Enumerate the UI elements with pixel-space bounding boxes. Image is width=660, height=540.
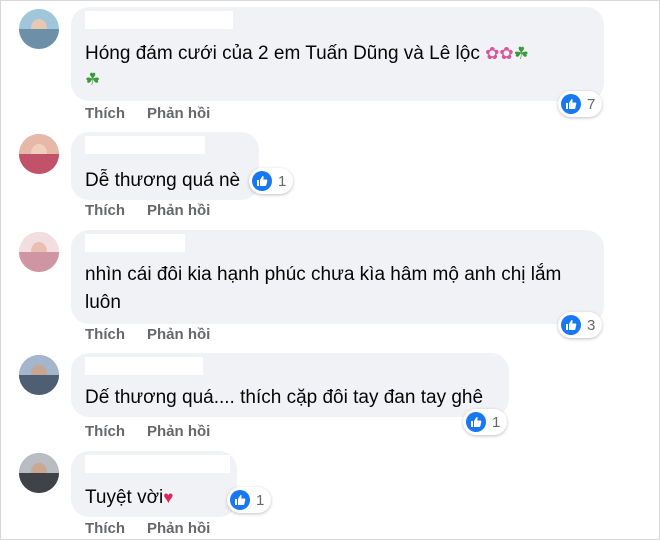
avatar[interactable]	[19, 9, 59, 49]
comment-bubble: Dế thương quá.... thích cặp đôi tay đan …	[71, 353, 509, 417]
like-thumb-icon	[230, 490, 250, 510]
reaction-badge[interactable]: 3	[558, 312, 603, 338]
reply-link[interactable]: Phản hồi	[147, 423, 210, 440]
comment-text: Dễ thương quá nè	[85, 170, 241, 191]
comment-bubble: Dễ thương quá nè	[71, 132, 259, 200]
reply-link[interactable]: Phản hồi	[147, 520, 210, 537]
like-thumb-icon	[252, 171, 272, 191]
flower-icon: ✿	[485, 44, 500, 63]
four-leaf-clover-icon: ☘	[85, 70, 101, 89]
reaction-count: 7	[587, 95, 596, 113]
comment-text-line2: luôn	[85, 292, 121, 313]
comment-item: Tuyệt vời♥ 1 Thích Phản hồi	[1, 449, 660, 540]
avatar[interactable]	[19, 232, 59, 272]
reaction-badge[interactable]: 1	[249, 168, 294, 194]
reply-link[interactable]: Phản hồi	[147, 326, 210, 343]
reaction-count: 3	[587, 316, 596, 334]
comment-item: nhìn cái đôi kia hạnh phúc chưa kìa hâm …	[1, 226, 660, 351]
avatar[interactable]	[19, 453, 59, 493]
flower-icon: ✿	[499, 44, 514, 63]
like-link[interactable]: Thích	[85, 202, 125, 219]
redacted-author-name	[85, 11, 233, 29]
reaction-count: 1	[256, 491, 265, 509]
comment-actions: Thích Phản hồi	[85, 202, 232, 219]
reaction-count: 1	[492, 413, 501, 431]
comment-actions: Thích Phản hồi	[85, 105, 232, 122]
redacted-author-name	[85, 136, 205, 154]
reaction-count: 1	[278, 172, 287, 190]
like-thumb-icon	[561, 94, 581, 114]
like-link[interactable]: Thích	[85, 105, 125, 122]
redacted-author-name	[85, 455, 230, 473]
like-thumb-icon	[561, 315, 581, 335]
like-thumb-icon	[466, 412, 486, 432]
comment-thread: Hóng đám cưới của 2 em Tuấn Dũng và Lê l…	[0, 0, 660, 540]
redacted-author-name	[85, 357, 203, 375]
comment-text: Tuyệt vời♥	[85, 487, 174, 508]
comment-bubble: nhìn cái đôi kia hạnh phúc chưa kìa hâm …	[71, 230, 604, 324]
like-link[interactable]: Thích	[85, 520, 125, 537]
comment-text: Dế thương quá.... thích cặp đôi tay đan …	[85, 387, 484, 408]
comment-actions: Thích Phản hồi	[85, 520, 232, 537]
reaction-badge[interactable]: 1	[227, 487, 272, 513]
comment-actions: Thích Phản hồi	[85, 423, 232, 440]
comment-text: nhìn cái đôi kia hạnh phúc chưa kìa hâm …	[85, 264, 562, 285]
reaction-badge[interactable]: 7	[558, 91, 603, 117]
red-heart-icon: ♥	[163, 488, 174, 507]
reply-link[interactable]: Phản hồi	[147, 105, 210, 122]
comment-actions: Thích Phản hồi	[85, 326, 232, 343]
like-link[interactable]: Thích	[85, 423, 125, 440]
avatar[interactable]	[19, 355, 59, 395]
avatar[interactable]	[19, 134, 59, 174]
comment-text-line2: ☘	[85, 67, 100, 93]
reaction-badge[interactable]: 1	[463, 409, 508, 435]
like-link[interactable]: Thích	[85, 326, 125, 343]
comment-bubble: Hóng đám cưới của 2 em Tuấn Dũng và Lê l…	[71, 7, 604, 101]
redacted-author-name	[85, 234, 185, 252]
comment-text: Hóng đám cưới của 2 em Tuấn Dũng và Lê l…	[85, 43, 529, 64]
comment-item: Dễ thương quá nè 1 Thích Phản hồi	[1, 126, 660, 226]
comment-bubble: Tuyệt vời♥	[71, 451, 237, 517]
four-leaf-clover-icon: ☘	[513, 44, 529, 63]
comment-item: Hóng đám cưới của 2 em Tuấn Dũng và Lê l…	[1, 1, 660, 126]
reply-link[interactable]: Phản hồi	[147, 202, 210, 219]
comment-item: Dế thương quá.... thích cặp đôi tay đan …	[1, 351, 660, 451]
